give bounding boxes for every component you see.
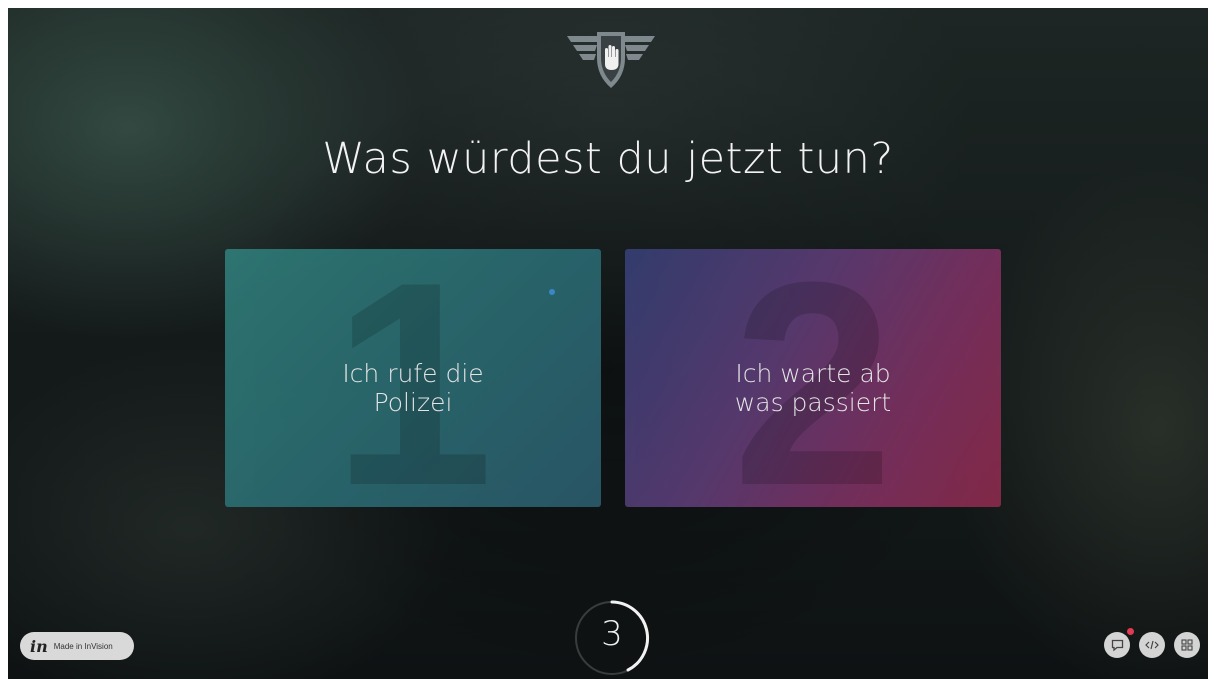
option-1-card[interactable]: 1 Ich rufe die Polizei — [225, 249, 601, 507]
option-1-label: Ich rufe die Polizei — [342, 359, 484, 417]
option-2-card[interactable]: 2 Ich warte ab was passiert — [625, 249, 1001, 507]
hand-shield-emblem-icon — [567, 32, 655, 88]
background-shade — [8, 8, 1208, 679]
option-2-label: Ich warte ab was passiert — [734, 359, 892, 417]
cursor-dot — [549, 289, 555, 295]
made-in-invision-badge[interactable]: in Made in InVision — [20, 632, 134, 660]
grid-icon — [1181, 639, 1193, 651]
comment-icon — [1111, 639, 1123, 651]
prototype-screen: Was würdest du jetzt tun? 1 Ich rufe die… — [8, 8, 1208, 679]
code-icon — [1145, 640, 1159, 650]
grid-button[interactable] — [1174, 632, 1200, 658]
code-button[interactable] — [1139, 632, 1165, 658]
question-title: Was würdest du jetzt tun? — [322, 134, 894, 184]
notification-dot — [1127, 628, 1134, 635]
comment-button[interactable] — [1104, 632, 1130, 658]
invision-logo-icon: in — [30, 636, 48, 656]
countdown-value: 3 — [601, 614, 623, 654]
badge-label: Made in InVision — [53, 641, 113, 651]
